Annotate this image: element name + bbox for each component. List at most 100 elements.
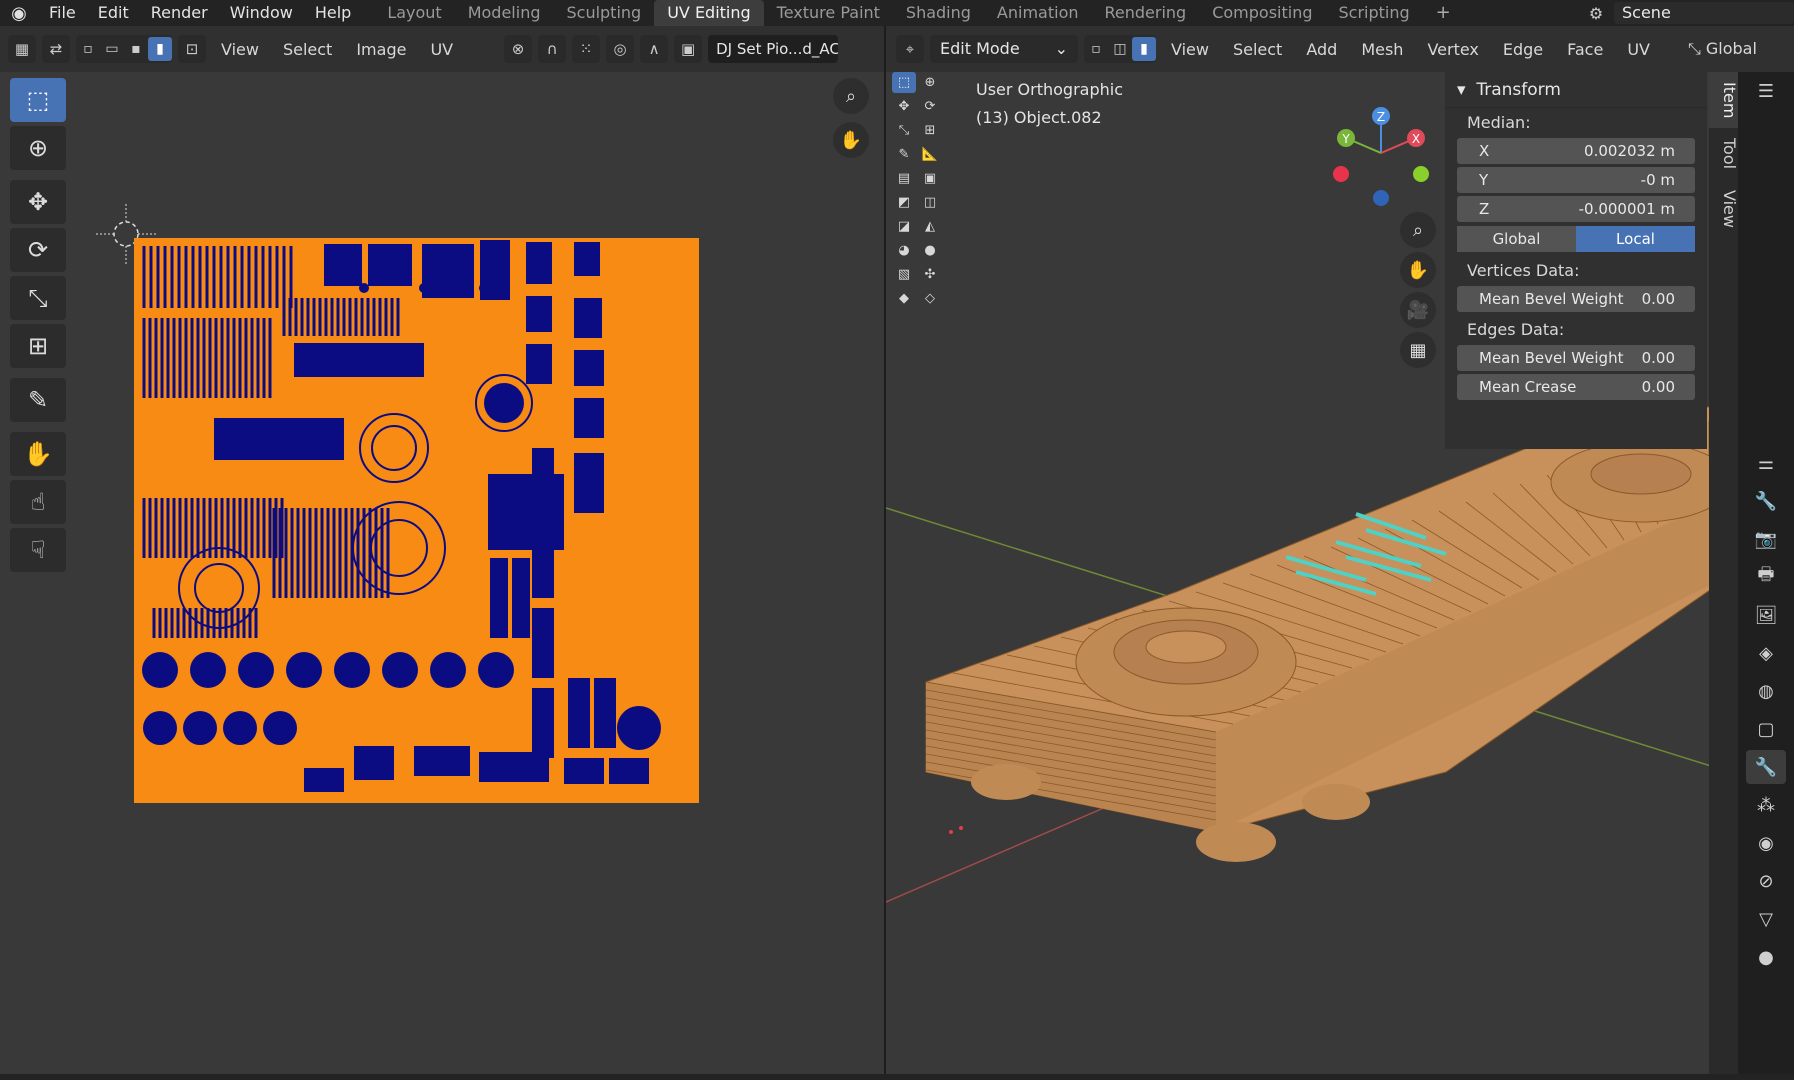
modifier-properties-icon[interactable]: 🔧	[1746, 750, 1786, 784]
tab-rendering[interactable]: Rendering	[1092, 0, 1200, 26]
tab-animation[interactable]: Animation	[984, 0, 1092, 26]
pinch-icon[interactable]: ☟	[10, 528, 66, 572]
rotate-icon[interactable]: ⟳	[10, 228, 66, 272]
ortho-grid-icon[interactable]: ▦	[1400, 332, 1436, 368]
menu-help[interactable]: Help	[304, 0, 362, 26]
data-properties-icon[interactable]: ▽	[1746, 902, 1786, 936]
sticky-select-icon[interactable]: ⊡	[178, 35, 206, 63]
median-y-field[interactable]: Y -0 m	[1457, 167, 1695, 193]
proportional-icon[interactable]: ◎	[606, 35, 635, 63]
blender-logo-icon[interactable]: ◉	[0, 0, 38, 26]
median-x-field[interactable]: X 0.002032 m	[1457, 138, 1695, 164]
particle-properties-icon[interactable]: ⁂	[1746, 788, 1786, 822]
vp-select-box-icon[interactable]: ⬚	[892, 72, 916, 93]
tab-compositing[interactable]: Compositing	[1199, 0, 1325, 26]
bevel-icon[interactable]: ◩	[892, 192, 916, 213]
scene-properties-icon[interactable]: ◈	[1746, 636, 1786, 670]
gizmo-neg-z[interactable]	[1373, 190, 1389, 206]
select-box-icon[interactable]: ⬚	[10, 78, 66, 122]
pivot-icon[interactable]: ⊗	[504, 35, 533, 63]
viewport-editor-type-icon[interactable]: ⌖	[896, 35, 924, 63]
mean-crease-field[interactable]: Mean Crease 0.00	[1457, 374, 1695, 400]
face-mode-icon[interactable]: ▪	[124, 41, 148, 57]
tab-tool[interactable]: Tool	[1709, 128, 1739, 179]
scale-icon[interactable]: ⤡	[10, 276, 66, 320]
uv-menu-select[interactable]: Select	[274, 40, 341, 59]
vp-move-icon[interactable]: ✥	[892, 96, 916, 117]
tool-settings-icon[interactable]: 🔧	[1746, 484, 1786, 518]
material-properties-icon[interactable]: ●	[1746, 940, 1786, 974]
menu-file[interactable]: File	[38, 0, 87, 26]
vp-rotate-icon[interactable]: ⟳	[918, 96, 942, 117]
uv-menu-image[interactable]: Image	[347, 40, 415, 59]
tab-sculpting[interactable]: Sculpting	[553, 0, 654, 26]
transform-panel-header[interactable]: ▾ Transform	[1445, 72, 1707, 108]
snap-icon[interactable]: ∩	[538, 35, 567, 63]
edge-mode-icon[interactable]: ▭	[100, 41, 124, 57]
tab-modeling[interactable]: Modeling	[455, 0, 554, 26]
tab-scripting[interactable]: Scripting	[1326, 0, 1423, 26]
tab-shading[interactable]: Shading	[893, 0, 984, 26]
uv-map-canvas[interactable]	[134, 238, 699, 803]
extrude-icon[interactable]: ▤	[892, 168, 916, 189]
vp-menu-add[interactable]: Add	[1297, 40, 1346, 59]
global-toggle[interactable]: Global	[1457, 226, 1576, 252]
loop-cut-icon[interactable]: ◫	[918, 192, 942, 213]
constraint-properties-icon[interactable]: ⊘	[1746, 864, 1786, 898]
vp-menu-edge[interactable]: Edge	[1494, 40, 1552, 59]
world-properties-icon[interactable]: ◍	[1746, 674, 1786, 708]
mode-dropdown[interactable]: Edit Mode ⌄	[930, 35, 1078, 63]
menu-render[interactable]: Render	[140, 0, 219, 26]
zoom-icon[interactable]: ⌕	[833, 78, 869, 114]
face-select-icon[interactable]: ▮	[1132, 37, 1156, 61]
falloff-icon[interactable]: ∧	[640, 35, 669, 63]
shear-icon[interactable]: ◆	[892, 288, 916, 309]
grab-icon[interactable]: ✋	[10, 432, 66, 476]
scene-icon[interactable]: ⚙	[1578, 4, 1614, 23]
edge-select-icon[interactable]: ◫	[1108, 41, 1132, 57]
add-workspace-icon[interactable]: +	[1423, 0, 1464, 26]
relax-icon[interactable]: ☝	[10, 480, 66, 524]
gizmo-neg-x[interactable]	[1333, 166, 1349, 182]
vp-cursor-icon[interactable]: ⊕	[918, 72, 942, 93]
vp-scale-icon[interactable]: ⤡	[892, 120, 916, 141]
tab-texture-paint[interactable]: Texture Paint	[764, 0, 893, 26]
render-properties-icon[interactable]: 📷	[1746, 522, 1786, 556]
median-z-field[interactable]: Z -0.000001 m	[1457, 196, 1695, 222]
tab-view[interactable]: View	[1709, 180, 1739, 238]
image-browse-icon[interactable]: ▣	[674, 35, 703, 63]
physics-properties-icon[interactable]: ◉	[1746, 826, 1786, 860]
pan-hand-icon[interactable]: ✋	[833, 122, 869, 158]
edge-slide-icon[interactable]: ▧	[892, 264, 916, 285]
poly-build-icon[interactable]: ◭	[918, 216, 942, 237]
vp-zoom-icon[interactable]: ⌕	[1400, 212, 1436, 248]
shrink-icon[interactable]: ✣	[918, 264, 942, 285]
move-icon[interactable]: ✥	[10, 180, 66, 224]
editor-type-icon[interactable]: ▦	[8, 35, 36, 63]
vp-menu-view[interactable]: View	[1162, 40, 1218, 59]
navigation-gizmo[interactable]: Z Y X	[1326, 98, 1436, 208]
scene-name-field[interactable]: Scene	[1614, 2, 1794, 24]
island-mode-icon[interactable]: ▮	[148, 37, 172, 61]
uv-menu-uv[interactable]: UV	[421, 40, 462, 59]
orientation-dropdown[interactable]: ⤡ Global	[1679, 39, 1766, 59]
cursor-icon[interactable]: ⊕	[10, 126, 66, 170]
transform-icon[interactable]: ⊞	[10, 324, 66, 368]
object-properties-icon[interactable]: ▢	[1746, 712, 1786, 746]
output-properties-icon[interactable]: 🖶	[1746, 560, 1786, 594]
tab-item[interactable]: Item	[1709, 72, 1739, 129]
vp-menu-vertex[interactable]: Vertex	[1418, 40, 1487, 59]
vp-pan-hand-icon[interactable]: ✋	[1400, 252, 1436, 288]
tab-layout[interactable]: Layout	[374, 0, 454, 26]
vp-annotate-icon[interactable]: ✎	[892, 144, 916, 165]
vertex-mode-icon[interactable]: ▫	[76, 41, 100, 57]
image-name-field[interactable]: DJ Set Pio...d_AC	[708, 35, 839, 63]
uv-menu-view[interactable]: View	[212, 40, 268, 59]
vertex-select-icon[interactable]: ▫	[1084, 41, 1108, 57]
vp-menu-mesh[interactable]: Mesh	[1352, 40, 1412, 59]
vp-menu-select[interactable]: Select	[1224, 40, 1291, 59]
view-layer-icon[interactable]: 🖼	[1746, 598, 1786, 632]
vp-menu-uv[interactable]: UV	[1618, 40, 1659, 59]
menu-window[interactable]: Window	[219, 0, 304, 26]
menu-edit[interactable]: Edit	[87, 0, 140, 26]
